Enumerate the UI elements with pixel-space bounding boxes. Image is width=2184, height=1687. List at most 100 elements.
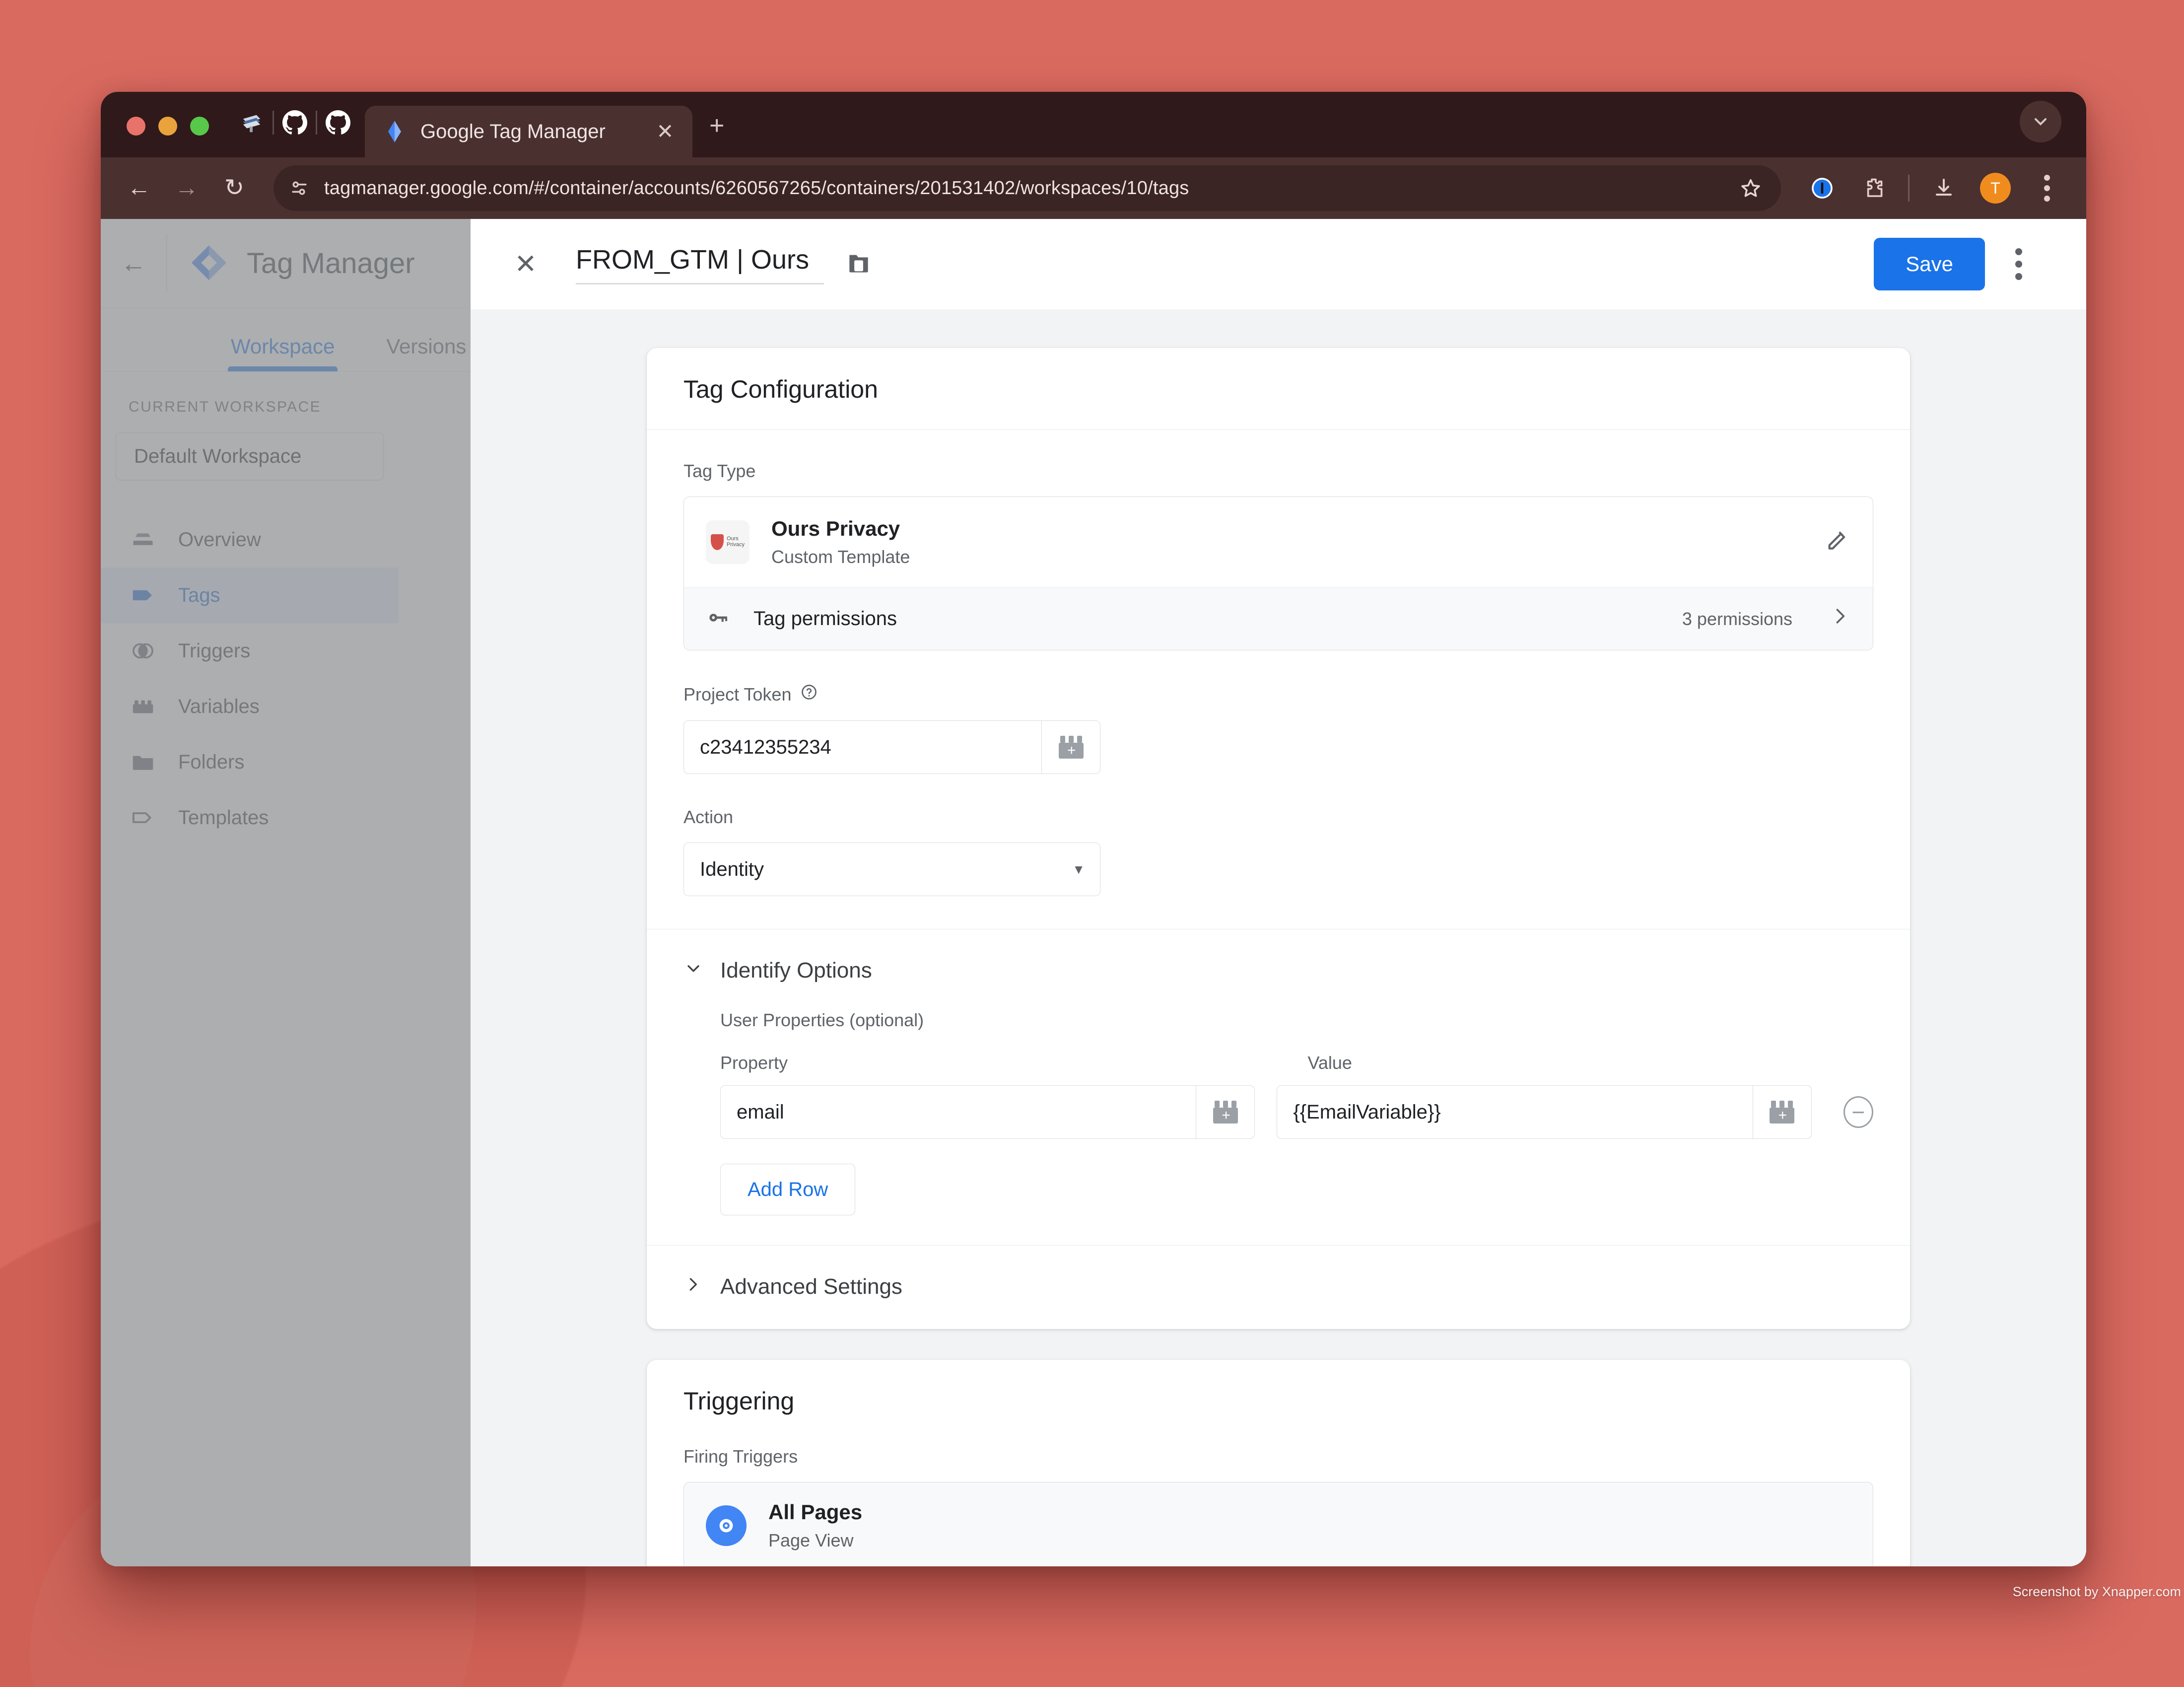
key-icon <box>706 605 732 633</box>
variable-brick-icon: + <box>1213 1101 1238 1124</box>
chevron-right-icon <box>683 1275 700 1299</box>
profile-avatar[interactable]: T <box>1978 173 2013 204</box>
browser-toolbar: ← → ↻ tagmanager.google.com/#/container/… <box>101 157 2086 219</box>
tag-name-input[interactable]: FROM_GTM | Ours <box>576 244 824 284</box>
active-browser-tab[interactable]: Google Tag Manager ✕ <box>365 106 692 157</box>
reload-button[interactable]: ↻ <box>219 176 250 200</box>
project-token-label: Project Token <box>683 683 1873 705</box>
browser-tab-strip: Google Tag Manager ✕ + <box>101 92 2086 157</box>
minimize-window-button[interactable] <box>158 117 177 136</box>
info-badge-icon <box>1812 178 1833 199</box>
close-window-button[interactable] <box>127 117 145 136</box>
help-circle-icon[interactable] <box>800 683 818 705</box>
variable-brick-icon: + <box>1770 1101 1795 1124</box>
bookmark-star-icon[interactable] <box>1733 177 1768 200</box>
action-label: Action <box>683 807 734 827</box>
advanced-settings-header[interactable]: Advanced Settings <box>683 1274 1873 1299</box>
property-name-field[interactable]: + <box>720 1085 1255 1139</box>
variable-picker-button[interactable]: + <box>1041 721 1100 773</box>
property-value-input[interactable] <box>1277 1086 1753 1138</box>
tab-title: Google Tag Manager <box>420 120 606 142</box>
toolbar-separator <box>1908 175 1910 202</box>
modal-title-group: FROM_GTM | Ours <box>576 244 873 284</box>
chevron-right-icon[interactable] <box>1829 605 1851 633</box>
screenshot-watermark: Screenshot by Xnapper.com <box>2012 1584 2181 1599</box>
tag-configuration-card: Tag Configuration Tag Type OursPrivacy <box>647 348 1910 1329</box>
url-text: tagmanager.google.com/#/container/accoun… <box>324 177 1189 199</box>
triggering-heading: Triggering <box>683 1387 795 1415</box>
identify-options-heading: Identify Options <box>720 958 872 983</box>
forward-button[interactable]: → <box>171 176 202 200</box>
pinned-tab-github-2[interactable] <box>317 106 359 140</box>
card-header: Tag Configuration <box>647 348 1910 430</box>
extensions-puzzle-icon[interactable] <box>1856 176 1891 200</box>
address-bar[interactable]: tagmanager.google.com/#/container/accoun… <box>273 165 1781 211</box>
modal-kebab-menu[interactable] <box>1995 248 2043 280</box>
property-name-input[interactable] <box>721 1086 1196 1138</box>
add-row-button[interactable]: Add Row <box>720 1164 856 1215</box>
avatar-initial: T <box>1980 173 2011 204</box>
permissions-count: 3 permissions <box>1682 608 1792 629</box>
modal-header: ✕ FROM_GTM | Ours Save <box>471 219 2086 309</box>
tag-edit-modal: ✕ FROM_GTM | Ours Save Tag Configuration… <box>471 219 2086 1566</box>
modal-content[interactable]: Tag Configuration Tag Type OursPrivacy <box>471 309 2086 1566</box>
column-header-value: Value <box>1307 1053 1352 1073</box>
app-favicon <box>243 115 261 133</box>
tag-configuration-body: Tag Type Ours Privacy Ours Privacy Custom… <box>647 430 1910 929</box>
advanced-settings-heading: Advanced Settings <box>720 1274 902 1299</box>
property-value-field[interactable]: + <box>1277 1085 1812 1139</box>
new-tab-button[interactable]: + <box>709 113 724 157</box>
save-button[interactable]: Save <box>1874 238 1985 290</box>
pinned-tabs <box>231 106 359 157</box>
maximize-window-button[interactable] <box>190 117 209 136</box>
variable-picker-button[interactable]: + <box>1196 1086 1254 1138</box>
close-tab-button[interactable]: ✕ <box>653 121 678 142</box>
pinned-tab-app[interactable] <box>231 106 273 140</box>
user-properties-block: User Properties (optional) Property Valu… <box>683 1010 1873 1215</box>
github-favicon <box>282 110 307 135</box>
downloads-icon[interactable] <box>1926 176 1961 200</box>
chevron-down-icon: ▼ <box>1072 861 1085 877</box>
trigger-type: Page View <box>768 1530 854 1550</box>
project-token-field[interactable]: + <box>683 720 1100 774</box>
browser-window: Google Tag Manager ✕ + ← → ↻ tagmanager.… <box>101 92 2086 1566</box>
identify-options-section: Identify Options User Properties (option… <box>647 929 1910 1245</box>
template-subtitle: Custom Template <box>771 547 910 567</box>
firing-triggers-label: Firing Triggers <box>683 1446 798 1467</box>
action-select[interactable]: Identity ▼ <box>683 843 1100 896</box>
back-button[interactable]: ← <box>124 176 154 200</box>
pageview-eye-icon <box>706 1505 747 1546</box>
gtm-diamond-icon <box>388 121 401 142</box>
chevron-down-icon <box>683 958 700 983</box>
triggering-card: Triggering Firing Triggers All Pages Pag… <box>647 1360 1910 1566</box>
template-row[interactable]: Ours Privacy Ours Privacy Custom Template <box>684 497 1873 587</box>
identify-options-header[interactable]: Identify Options <box>683 958 1873 983</box>
pinned-tab-github-1[interactable] <box>274 106 316 140</box>
triggering-body: Firing Triggers All Pages Page View <box>647 1415 1910 1566</box>
tag-type-label: Tag Type <box>683 461 756 481</box>
ours-privacy-shield-icon: Ours Privacy <box>706 520 750 564</box>
page-info-icon[interactable] <box>1805 176 1840 201</box>
github-favicon <box>326 110 350 135</box>
site-settings-icon[interactable] <box>288 177 310 199</box>
variable-brick-icon: + <box>1058 736 1084 759</box>
template-name: Ours Privacy <box>771 517 900 540</box>
section-heading: Tag Configuration <box>683 375 878 403</box>
folder-move-icon[interactable] <box>845 249 873 280</box>
window-traffic-lights <box>127 117 209 157</box>
variable-picker-button[interactable]: + <box>1752 1086 1811 1138</box>
pencil-icon[interactable] <box>1825 527 1851 558</box>
tab-search-button[interactable] <box>2020 101 2061 142</box>
chevron-down-icon <box>2035 118 2047 126</box>
project-token-label-text: Project Token <box>683 684 792 704</box>
remove-row-button[interactable]: − <box>1843 1096 1873 1128</box>
project-token-input[interactable] <box>684 721 1041 773</box>
browser-menu-icon[interactable] <box>2030 175 2064 202</box>
trigger-name: All Pages <box>768 1500 863 1524</box>
user-properties-column-headers: Property Value <box>720 1053 1873 1073</box>
page-viewport: ← Tag Manager Workspace Versions CURR <box>101 219 2086 1566</box>
tag-permissions-row[interactable]: Tag permissions 3 permissions <box>684 587 1873 650</box>
user-property-row: + + <box>720 1085 1873 1139</box>
trigger-row[interactable]: All Pages Page View <box>683 1482 1873 1566</box>
close-modal-button[interactable]: ✕ <box>508 251 543 278</box>
